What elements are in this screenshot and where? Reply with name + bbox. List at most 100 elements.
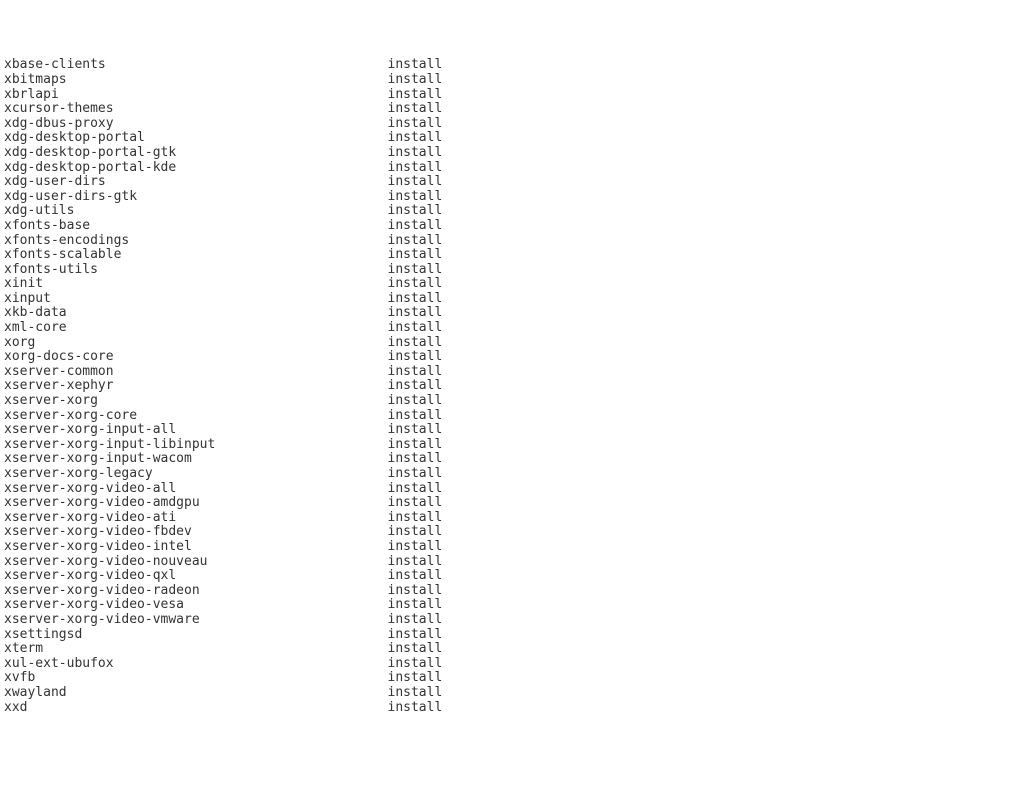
package-status: install — [388, 72, 443, 87]
package-line: xdg-desktop-portal-kdeinstall — [4, 161, 1024, 176]
package-status: install — [388, 466, 443, 481]
package-name: xwayland — [4, 686, 388, 701]
package-line: xdg-user-dirs-gtkinstall — [4, 190, 1024, 205]
package-name: xserver-common — [4, 365, 388, 380]
package-status: install — [388, 583, 443, 598]
package-line: xdg-desktop-portal-gtkinstall — [4, 146, 1024, 161]
package-line: xserver-xorg-video-qxlinstall — [4, 569, 1024, 584]
package-status: install — [388, 364, 443, 379]
package-line: xserver-xephyrinstall — [4, 379, 1024, 394]
package-line: xserver-xorg-legacyinstall — [4, 467, 1024, 482]
package-status: install — [388, 495, 443, 510]
package-status: install — [388, 262, 443, 277]
package-line: xserver-xorg-input-allinstall — [4, 423, 1024, 438]
package-line: xdg-user-dirsinstall — [4, 175, 1024, 190]
package-line: xfonts-scalableinstall — [4, 248, 1024, 263]
package-name: xxd — [4, 701, 388, 716]
package-status: install — [388, 145, 443, 160]
package-status: install — [388, 597, 443, 612]
package-status: install — [388, 291, 443, 306]
package-name: xserver-xorg-video-vesa — [4, 598, 388, 613]
package-line: xterminstall — [4, 642, 1024, 657]
package-line: xinputinstall — [4, 292, 1024, 307]
package-line: xdg-desktop-portalinstall — [4, 131, 1024, 146]
package-name: xserver-xorg-video-all — [4, 482, 388, 497]
package-line: xinitinstall — [4, 277, 1024, 292]
package-name: xinput — [4, 292, 388, 307]
package-line: xorg-docs-coreinstall — [4, 350, 1024, 365]
package-line: xfonts-baseinstall — [4, 219, 1024, 234]
package-name: xdg-dbus-proxy — [4, 117, 388, 132]
package-name: xml-core — [4, 321, 388, 336]
package-name: xinit — [4, 277, 388, 292]
package-status: install — [388, 510, 443, 525]
package-status: install — [388, 627, 443, 642]
package-name: xserver-xorg-video-vmware — [4, 613, 388, 628]
package-name: xdg-desktop-portal — [4, 131, 388, 146]
package-line: xfonts-utilsinstall — [4, 263, 1024, 278]
package-status: install — [388, 160, 443, 175]
package-name: xbase-clients — [4, 58, 388, 73]
package-line: xserver-xorginstall — [4, 394, 1024, 409]
package-line: xserver-xorg-video-fbdevinstall — [4, 525, 1024, 540]
package-status: install — [388, 247, 443, 262]
package-status: install — [388, 276, 443, 291]
package-name: xcursor-themes — [4, 102, 388, 117]
package-status: install — [388, 218, 443, 233]
package-status: install — [388, 524, 443, 539]
package-name: xsettingsd — [4, 628, 388, 643]
package-line: xxdinstall — [4, 701, 1024, 716]
package-status: install — [388, 189, 443, 204]
package-status: install — [388, 554, 443, 569]
package-name: xserver-xorg-input-all — [4, 423, 388, 438]
package-status: install — [388, 101, 443, 116]
package-name: xbrlapi — [4, 88, 388, 103]
package-name: xserver-xorg-input-libinput — [4, 438, 388, 453]
package-line: xserver-xorg-video-radeoninstall — [4, 584, 1024, 599]
package-name: xserver-xorg-video-intel — [4, 540, 388, 555]
package-name: xserver-xorg-video-ati — [4, 511, 388, 526]
package-line: xul-ext-ubufoxinstall — [4, 657, 1024, 672]
package-line: xserver-xorg-video-intelinstall — [4, 540, 1024, 555]
package-name: xserver-xorg-core — [4, 409, 388, 424]
package-line: xfonts-encodingsinstall — [4, 234, 1024, 249]
package-name: xdg-desktop-portal-kde — [4, 161, 388, 176]
package-status: install — [388, 656, 443, 671]
package-status: install — [388, 203, 443, 218]
package-name: xorg-docs-core — [4, 350, 388, 365]
package-status: install — [388, 57, 443, 72]
package-status: install — [388, 700, 443, 715]
package-line: xserver-xorg-video-vmwareinstall — [4, 613, 1024, 628]
terminal-output[interactable]: xbase-clientsinstallxbitmapsinstallxbrla… — [0, 58, 1024, 715]
package-status: install — [388, 539, 443, 554]
package-name: xul-ext-ubufox — [4, 657, 388, 672]
package-line: xserver-commoninstall — [4, 365, 1024, 380]
package-status: install — [388, 451, 443, 466]
package-status: install — [388, 422, 443, 437]
package-name: xdg-user-dirs — [4, 175, 388, 190]
package-status: install — [388, 174, 443, 189]
package-name: xserver-xorg — [4, 394, 388, 409]
package-status: install — [388, 481, 443, 496]
package-name: xdg-user-dirs-gtk — [4, 190, 388, 205]
package-name: xfonts-utils — [4, 263, 388, 278]
package-line: xkb-datainstall — [4, 306, 1024, 321]
package-status: install — [388, 305, 443, 320]
package-line: xbase-clientsinstall — [4, 58, 1024, 73]
package-line: xserver-xorg-video-atiinstall — [4, 511, 1024, 526]
package-name: xserver-xorg-video-fbdev — [4, 525, 388, 540]
package-status: install — [388, 685, 443, 700]
package-name: xfonts-scalable — [4, 248, 388, 263]
package-line: xserver-xorg-video-nouveauinstall — [4, 555, 1024, 570]
package-name: xkb-data — [4, 306, 388, 321]
package-name: xdg-utils — [4, 204, 388, 219]
package-name: xvfb — [4, 671, 388, 686]
package-name: xserver-xorg-video-radeon — [4, 584, 388, 599]
package-name: xserver-xorg-video-nouveau — [4, 555, 388, 570]
package-status: install — [388, 568, 443, 583]
package-line: xbitmapsinstall — [4, 73, 1024, 88]
package-status: install — [388, 349, 443, 364]
package-name: xserver-xorg-video-amdgpu — [4, 496, 388, 511]
package-status: install — [388, 320, 443, 335]
package-status: install — [388, 670, 443, 685]
